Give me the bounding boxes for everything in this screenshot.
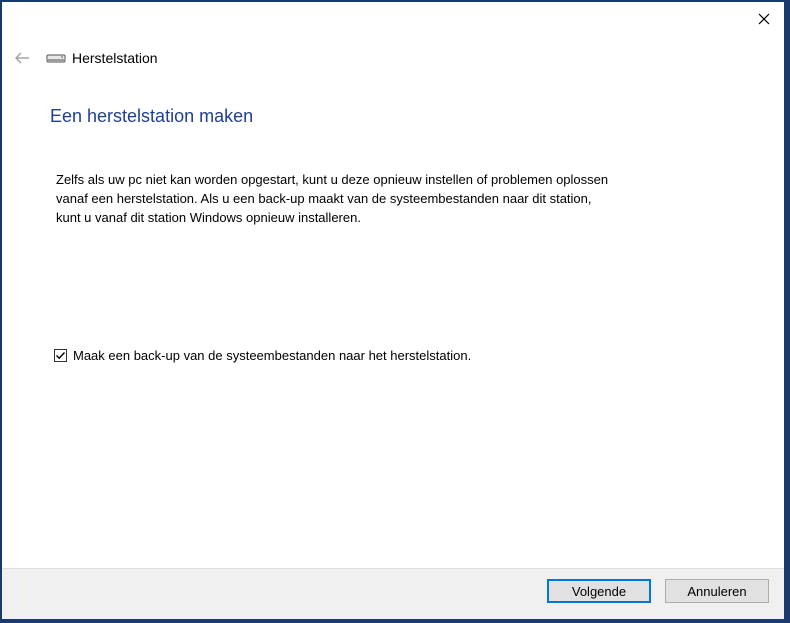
drive-icon — [46, 51, 66, 65]
description-text: Zelfs als uw pc niet kan worden opgestar… — [56, 170, 696, 227]
next-button[interactable]: Volgende — [547, 579, 651, 603]
backup-system-files-checkbox[interactable] — [54, 349, 67, 362]
description-line: kunt u vanaf dit station Windows opnieuw… — [56, 210, 361, 225]
dialog-footer: Volgende Annuleren — [2, 568, 784, 619]
back-arrow-icon — [15, 52, 29, 64]
back-button[interactable] — [10, 46, 34, 70]
cancel-button[interactable]: Annuleren — [665, 579, 769, 603]
checkmark-icon — [56, 352, 66, 360]
desktop-edge — [784, 0, 790, 623]
page-heading: Een herstelstation maken — [50, 106, 254, 126]
description-line: vanaf een herstelstation. Als u een back… — [56, 191, 592, 206]
close-button[interactable] — [744, 2, 784, 36]
recovery-drive-window: Herstelstation Een herstelstation maken … — [2, 2, 784, 619]
backup-system-files-option[interactable]: Maak een back-up van de systeembestanden… — [54, 348, 471, 363]
window-title-row: Herstelstation — [46, 46, 158, 70]
close-icon — [758, 13, 770, 25]
window-title: Herstelstation — [72, 50, 158, 66]
description-line: Zelfs als uw pc niet kan worden opgestar… — [56, 172, 609, 187]
backup-system-files-label: Maak een back-up van de systeembestanden… — [73, 348, 472, 363]
